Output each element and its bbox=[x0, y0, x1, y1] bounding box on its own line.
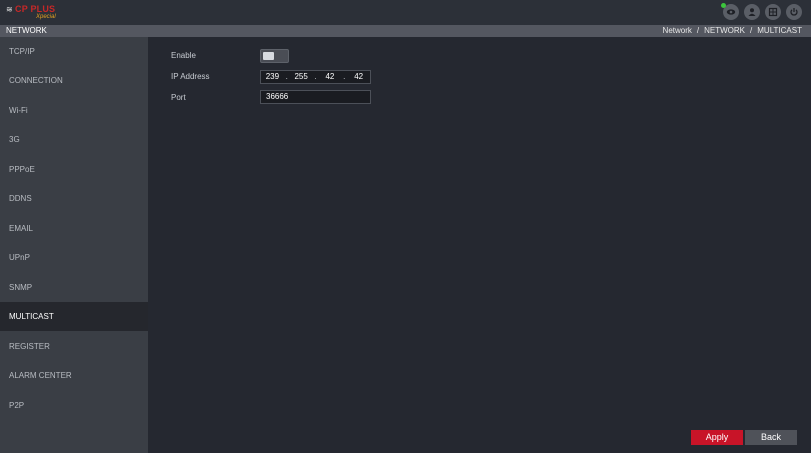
toggle-knob bbox=[263, 52, 274, 60]
sidebar-item-register[interactable]: REGISTER bbox=[0, 332, 148, 361]
ip-octet-input[interactable]: 42 bbox=[319, 71, 342, 83]
ip-octet-input[interactable]: 239 bbox=[261, 71, 284, 83]
apply-button[interactable]: Apply bbox=[691, 430, 743, 445]
top-icons bbox=[721, 3, 802, 20]
eye-icon[interactable] bbox=[721, 3, 739, 20]
sidebar-item-multicast[interactable]: MULTICAST bbox=[0, 302, 148, 331]
grid-menu-icon[interactable] bbox=[765, 4, 781, 20]
sidebar-item-ddns[interactable]: DDNS bbox=[0, 184, 148, 213]
user-icon[interactable] bbox=[744, 4, 760, 20]
sidebar-item-snmp[interactable]: SNMP bbox=[0, 273, 148, 302]
sidebar-item-email[interactable]: EMAIL bbox=[0, 214, 148, 243]
power-icon[interactable] bbox=[786, 4, 802, 20]
ip-address-label: IP Address bbox=[171, 72, 210, 81]
breadcrumb: Network / NETWORK / MULTICAST bbox=[663, 25, 802, 37]
title-bar: NETWORK Network / NETWORK / MULTICAST bbox=[0, 25, 811, 37]
breadcrumb-item[interactable]: Network bbox=[663, 26, 692, 35]
ip-octet-input[interactable]: 255 bbox=[290, 71, 313, 83]
enable-label: Enable bbox=[171, 51, 196, 60]
breadcrumb-item-current: MULTICAST bbox=[757, 26, 802, 35]
logo-mark-icon: ≋ bbox=[6, 5, 13, 14]
breadcrumb-separator: / bbox=[696, 26, 700, 35]
sidebar-item-connection[interactable]: CONNECTION bbox=[0, 66, 148, 95]
sidebar-item-alarm-center[interactable]: ALARM CENTER bbox=[0, 361, 148, 390]
sidebar-item-3g[interactable]: 3G bbox=[0, 125, 148, 154]
back-button[interactable]: Back bbox=[745, 430, 797, 445]
sidebar-item-tcpip[interactable]: TCP/IP bbox=[0, 37, 148, 66]
status-indicator bbox=[721, 3, 726, 8]
sidebar-item-wifi[interactable]: Wi-Fi bbox=[0, 96, 148, 125]
ip-octet-input[interactable]: 42 bbox=[347, 71, 370, 83]
enable-toggle[interactable] bbox=[260, 49, 289, 63]
main-panel: Enable IP Address 239 . 255 . 42 . 42 Po… bbox=[148, 37, 811, 453]
top-bar: ≋ CP PLUS Xpecial bbox=[0, 0, 811, 25]
app-window: ≋ CP PLUS Xpecial NETWORK Network / NETWOR… bbox=[0, 0, 811, 453]
sidebar-item-pppoe[interactable]: PPPoE bbox=[0, 155, 148, 184]
port-label: Port bbox=[171, 93, 186, 102]
sidebar: TCP/IP CONNECTION Wi-Fi 3G PPPoE DDNS EM… bbox=[0, 37, 148, 453]
port-input[interactable]: 36666 bbox=[260, 90, 371, 104]
breadcrumb-item[interactable]: NETWORK bbox=[704, 26, 745, 35]
logo-subtext: Xpecial bbox=[36, 14, 56, 20]
ip-address-field: 239 . 255 . 42 . 42 bbox=[260, 70, 371, 84]
sidebar-item-upnp[interactable]: UPnP bbox=[0, 243, 148, 272]
brand-logo: ≋ CP PLUS Xpecial bbox=[6, 4, 66, 22]
page-title: NETWORK bbox=[6, 26, 47, 35]
logo-text: CP PLUS bbox=[15, 4, 56, 14]
breadcrumb-separator: / bbox=[750, 26, 753, 35]
sidebar-item-p2p[interactable]: P2P bbox=[0, 391, 148, 420]
